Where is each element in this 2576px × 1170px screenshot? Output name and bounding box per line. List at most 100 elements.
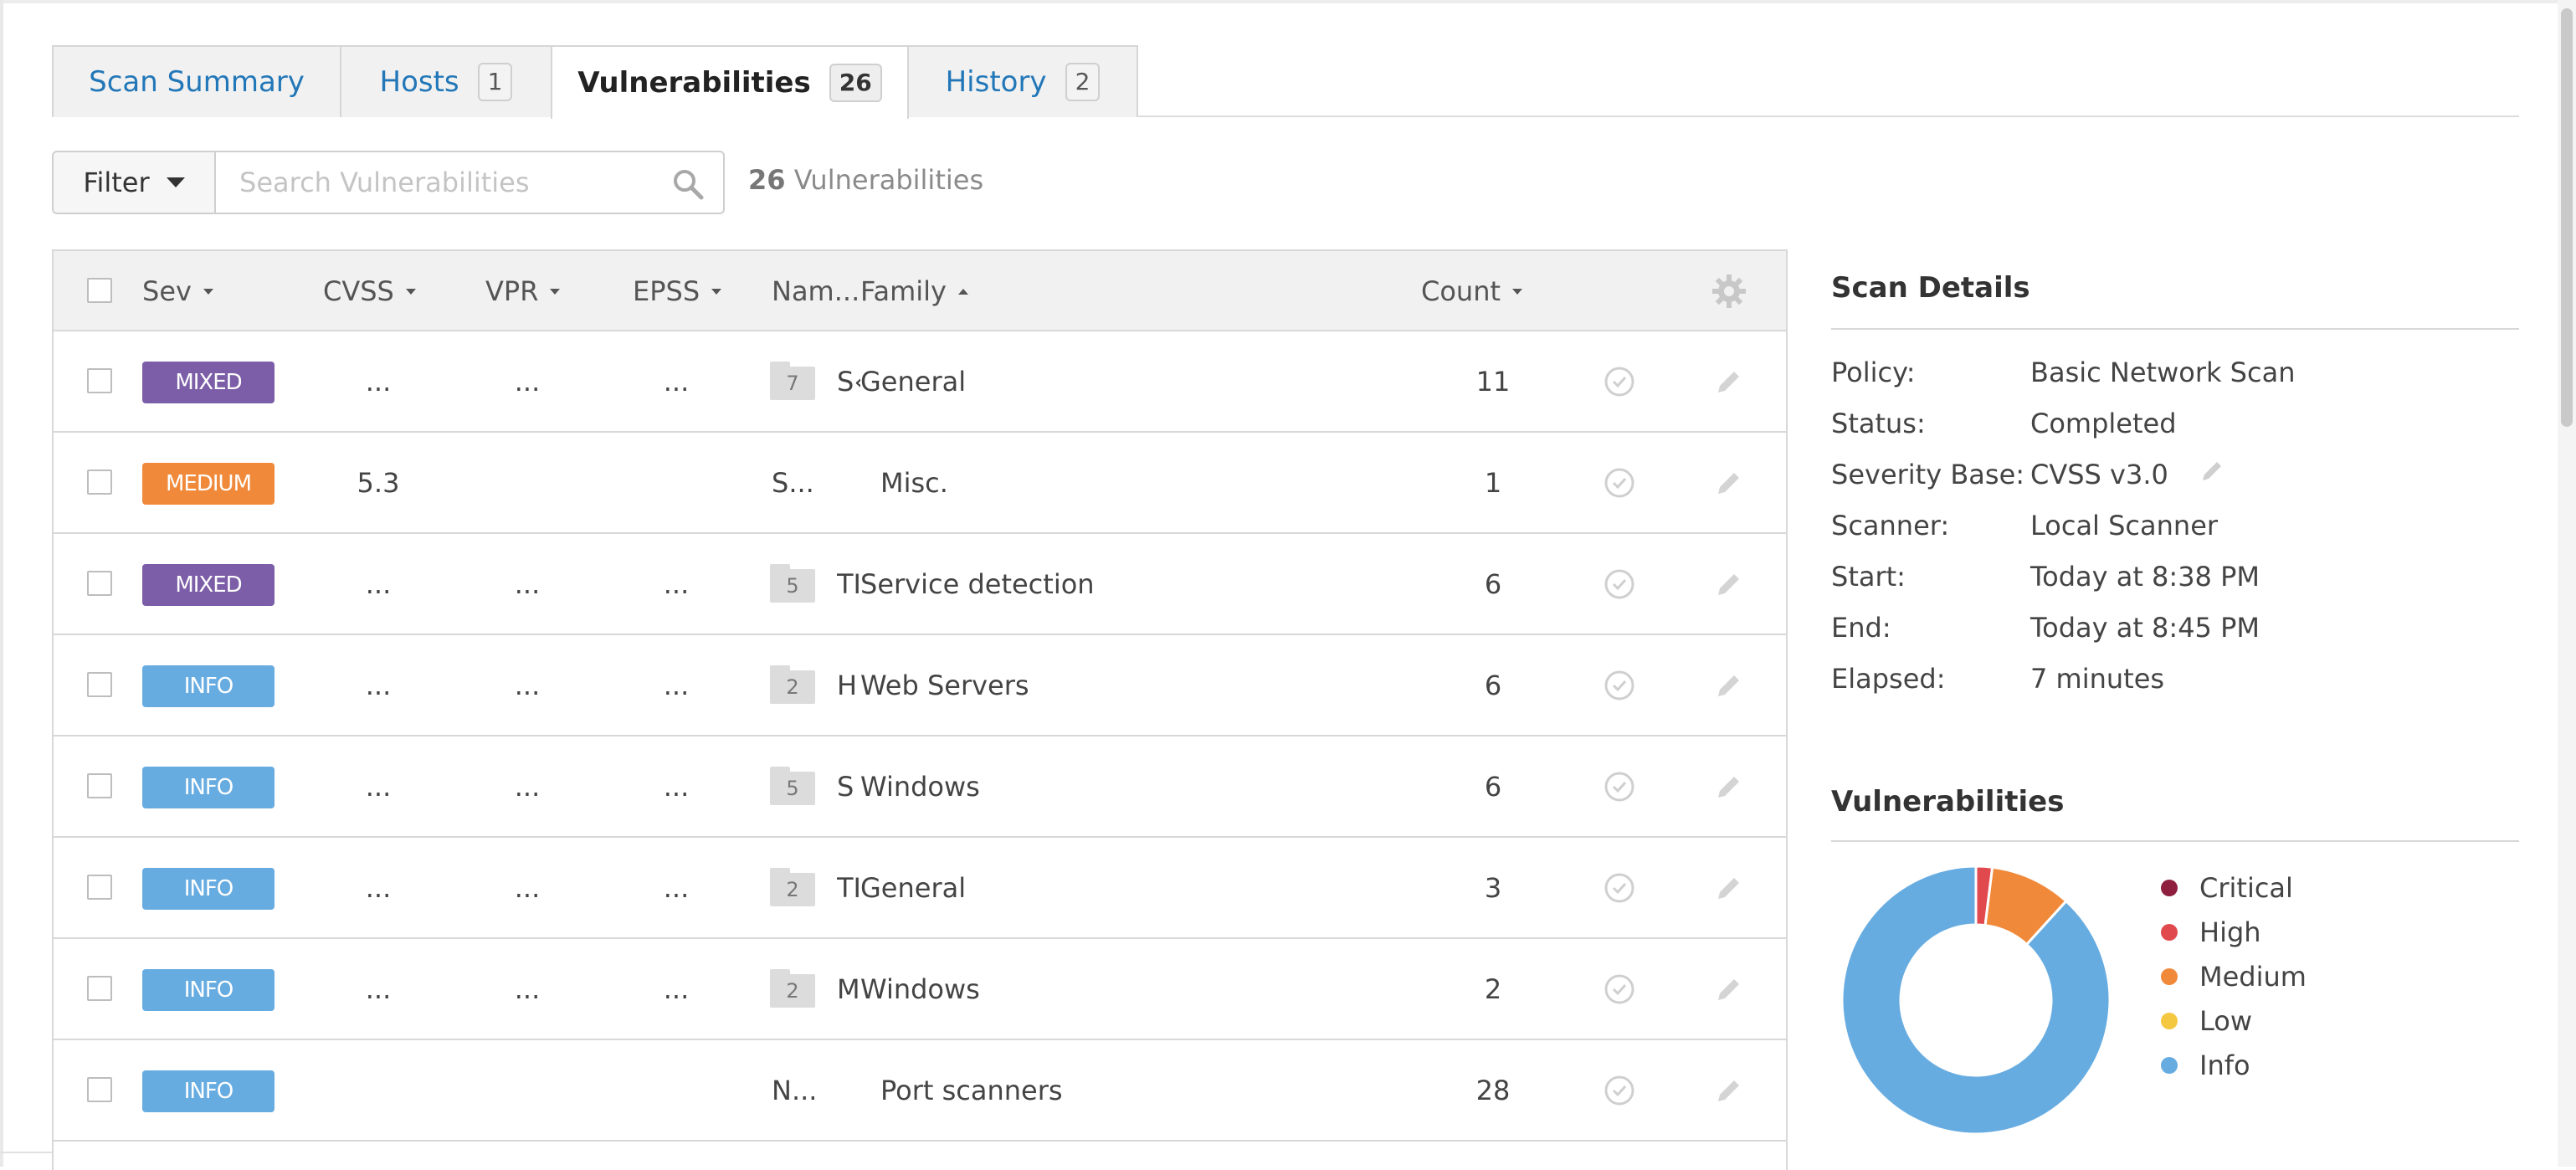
count-cell: 6: [1484, 770, 1502, 803]
family-cell: Misc.: [880, 466, 948, 499]
detail-value: CVSS v3.0: [2030, 459, 2168, 490]
count-cell: 1: [1484, 466, 1502, 499]
column-family[interactable]: Family: [860, 251, 968, 331]
check-circle-icon[interactable]: [1604, 467, 1635, 499]
column-epss[interactable]: EPSS: [633, 251, 722, 331]
row-checkbox[interactable]: [87, 368, 112, 393]
filter-label: Filter: [83, 167, 150, 198]
table-row[interactable]: MIXED......... 7 S‹General 11: [54, 331, 1786, 433]
legend-item: Critical: [2161, 867, 2293, 909]
column-name[interactable]: Nam...: [772, 251, 860, 331]
name-cell: TI: [837, 567, 860, 600]
legend-dot: [2161, 1013, 2178, 1029]
tab-vulnerabilities[interactable]: Vulnerabilities 26: [551, 45, 909, 119]
detail-row: End: Today at 8:45 PM: [1831, 612, 2517, 662]
detail-label: Start:: [1831, 561, 1906, 593]
donut-slice-info[interactable]: [1840, 865, 2112, 1136]
table-row[interactable]: INFO N... Port scanners 28: [54, 1040, 1786, 1142]
check-circle-icon[interactable]: [1604, 872, 1635, 904]
cvss-cell: ...: [365, 871, 392, 904]
row-checkbox[interactable]: [87, 976, 112, 1001]
legend-item: Low: [2161, 1000, 2252, 1042]
edit-severity-base-icon[interactable]: [2198, 457, 2226, 485]
table-row[interactable]: INFO......... 2 M Windows 2: [54, 939, 1786, 1040]
pencil-icon[interactable]: [1714, 670, 1744, 700]
row-checkbox[interactable]: [87, 1077, 112, 1102]
check-circle-icon[interactable]: [1604, 771, 1635, 803]
cvss-cell: ...: [365, 770, 392, 803]
cvss-cell: ...: [365, 669, 392, 701]
tab-hosts[interactable]: Hosts 1: [340, 45, 552, 117]
column-count[interactable]: Count: [1421, 251, 1523, 331]
scrollbar-thumb[interactable]: [2561, 8, 2573, 427]
row-checkbox[interactable]: [87, 571, 112, 596]
pencil-icon[interactable]: [1714, 569, 1744, 599]
check-circle-icon[interactable]: [1604, 366, 1635, 398]
search-icon[interactable]: [671, 167, 705, 201]
column-cvss[interactable]: CVSS: [323, 251, 416, 331]
check-circle-icon[interactable]: [1604, 670, 1635, 701]
detail-value: Completed: [2030, 408, 2177, 439]
pencil-icon[interactable]: [1714, 367, 1744, 397]
family-cell: Windows: [860, 770, 980, 803]
row-checkbox[interactable]: [87, 773, 112, 798]
check-circle-icon[interactable]: [1604, 1075, 1635, 1106]
vulnerability-count: 26 Vulnerabilities: [748, 164, 983, 196]
row-checkbox[interactable]: [87, 875, 112, 900]
select-all-checkbox[interactable]: [87, 278, 112, 303]
detail-label: Severity Base:: [1831, 459, 2025, 490]
row-checkbox[interactable]: [87, 672, 112, 697]
divider: [1831, 840, 2519, 842]
count-cell: 28: [1475, 1074, 1511, 1106]
tab-label: Scan Summary: [89, 65, 305, 99]
column-vpr[interactable]: VPR: [485, 251, 561, 331]
legend-item: Medium: [2161, 956, 2307, 998]
gear-icon[interactable]: [1711, 273, 1747, 310]
name-cell: S‹: [837, 365, 860, 398]
family-cell: General: [860, 365, 967, 398]
sort-caret-icon: [405, 288, 416, 295]
pencil-icon[interactable]: [1714, 974, 1744, 1004]
column-sev[interactable]: Sev: [142, 251, 213, 331]
family-cell: Service detection: [860, 567, 1095, 600]
legend-label: Medium: [2199, 961, 2307, 993]
check-circle-icon[interactable]: [1604, 973, 1635, 1005]
tab-label: History: [945, 65, 1047, 99]
detail-label: Status:: [1831, 408, 1926, 439]
vpr-cell: ...: [514, 567, 541, 600]
table-row[interactable]: INFO......... 2 TI General 3: [54, 838, 1786, 939]
search-input[interactable]: [238, 162, 656, 203]
family-cell: Windows: [860, 972, 980, 1005]
family-cell: Port scanners: [880, 1074, 1063, 1106]
pencil-icon[interactable]: [1714, 468, 1744, 498]
row-checkbox[interactable]: [87, 470, 112, 495]
table-row[interactable]: INFO......... 5 S Windows 6: [54, 736, 1786, 838]
pencil-icon[interactable]: [1714, 772, 1744, 802]
severity-badge: INFO: [142, 767, 275, 808]
legend-dot: [2161, 924, 2178, 941]
tab-scan-summary[interactable]: Scan Summary: [52, 45, 341, 117]
epss-cell: ...: [663, 669, 690, 701]
table-header: Sev CVSS VPR EPSS Nam... Family Count: [54, 251, 1786, 331]
name-cell: S: [837, 770, 854, 803]
sort-caret-icon: [550, 288, 561, 295]
name-cell: TI: [837, 871, 860, 904]
legend-dot: [2161, 968, 2178, 985]
vertical-scrollbar[interactable]: [2558, 0, 2576, 1167]
group-count: 2: [770, 873, 815, 906]
table-row[interactable]: MIXED......... 5 TI Service detection 6: [54, 534, 1786, 635]
sort-caret-icon: [711, 288, 722, 295]
check-circle-icon[interactable]: [1604, 568, 1635, 600]
count-cell: 3: [1484, 871, 1502, 904]
count-cell: 6: [1484, 669, 1502, 701]
legend-label: Info: [2199, 1049, 2250, 1081]
tab-history[interactable]: History 2: [907, 45, 1138, 117]
pencil-icon[interactable]: [1714, 873, 1744, 903]
pencil-icon[interactable]: [1714, 1075, 1744, 1106]
epss-cell: ...: [663, 365, 690, 398]
table-row[interactable]: INFO......... 2 H Web Servers 6: [54, 635, 1786, 736]
filter-button[interactable]: Filter: [52, 151, 216, 214]
cvss-cell: ...: [365, 972, 392, 1005]
divider: [1831, 328, 2519, 330]
table-row[interactable]: MEDIUM 5.3 S... Misc. 1: [54, 433, 1786, 534]
